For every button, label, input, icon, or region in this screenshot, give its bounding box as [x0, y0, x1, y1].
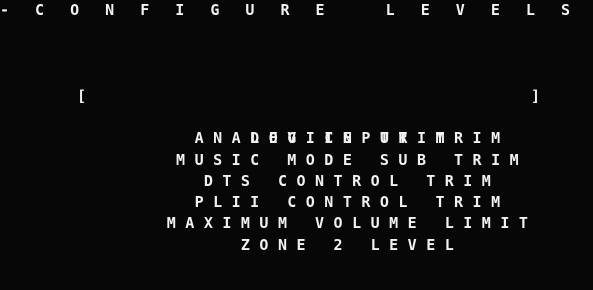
menu-item-plii-control-trim[interactable]: PLII CONTROL TRIM	[0, 171, 593, 211]
menu-item-maximum-volume-limit[interactable]: MAXIMUM VOLUME LIMIT	[0, 192, 593, 232]
menu-item-dts-control-trim[interactable]: DTS CONTROL TRIM	[0, 150, 593, 190]
configure-levels-menu: [ DEVICE TRIM ] ANALOG INPUT TRIM MUSIC …	[0, 86, 593, 254]
selection-bracket-right: ]	[531, 87, 550, 105]
menu-item-music-mode-sub-trim[interactable]: MUSIC MODE SUB TRIM	[0, 129, 593, 169]
menu-item-device-trim[interactable]: [ DEVICE TRIM ]	[0, 86, 593, 147]
selection-bracket-left: [	[77, 87, 96, 105]
menu-title: - C O N F I G U R E L E V E L S -	[0, 1, 593, 19]
menu-item-analog-input-trim[interactable]: ANALOG INPUT TRIM	[0, 107, 593, 147]
osd-screen: - C O N F I G U R E L E V E L S - [ DEVI…	[0, 0, 593, 290]
menu-item-zone-2-level[interactable]: ZONE 2 LEVEL	[0, 214, 593, 254]
menu-item-label: ZONE 2 LEVEL	[240, 235, 464, 254]
